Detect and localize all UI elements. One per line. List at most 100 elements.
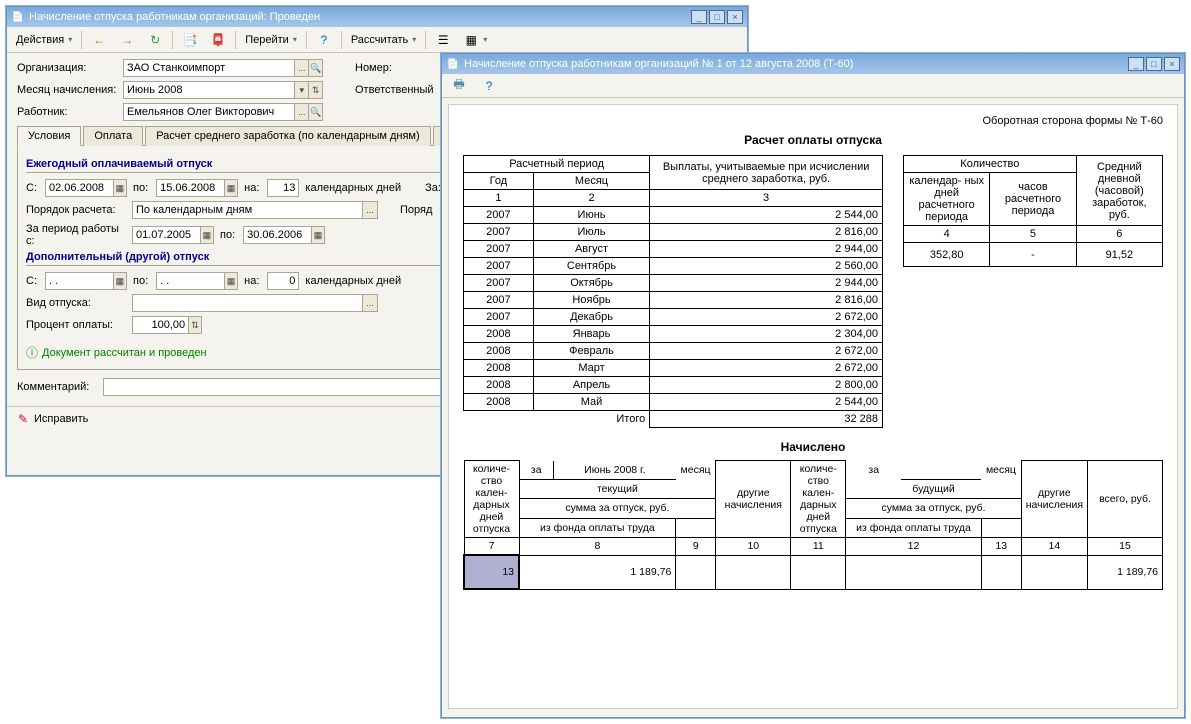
print-button[interactable]: 🖶 (446, 76, 472, 96)
billing-period-table: Расчетный период Выплаты, учитываемые пр… (463, 155, 883, 428)
lens-icon: 🔍 (310, 63, 321, 74)
refresh-icon: ↻ (147, 32, 163, 48)
add-days-field[interactable] (267, 272, 299, 290)
accrued-title: Начислено (463, 440, 1163, 454)
month-cell: Октябрь (533, 275, 649, 292)
nav-back-button[interactable]: ← (86, 30, 112, 50)
tab-payment[interactable]: Оплата (83, 126, 143, 146)
responsible-label: Ответственный (355, 84, 434, 96)
month-cell: Август (533, 241, 649, 258)
period-to-field[interactable]: ▦ (243, 226, 325, 244)
hours-header: часов расчетного периода (990, 173, 1076, 226)
accrued-table: количе- ство кален- дарных дней отпуска … (463, 460, 1163, 590)
qty-hours: - (990, 243, 1076, 267)
percent-field[interactable]: ⇅ (132, 316, 202, 334)
tab-conditions[interactable]: Условия (17, 126, 81, 146)
value-cell: 2 672,00 (650, 309, 883, 326)
post-button[interactable]: 📮 (205, 30, 231, 50)
order-field[interactable]: ... (132, 201, 378, 219)
value-cell: 2 816,00 (650, 292, 883, 309)
days-field[interactable] (267, 179, 299, 197)
year-cell: 2007 (464, 275, 534, 292)
add-from-field[interactable]: ▦ (45, 272, 127, 290)
days-label2: календарных дней (305, 275, 401, 287)
year-header: Год (464, 173, 534, 190)
org-open-button[interactable]: 🔍 (308, 60, 322, 76)
fix-button[interactable]: ✎Исправить (15, 411, 88, 427)
year-cell: 2008 (464, 360, 534, 377)
year-cell: 2007 (464, 207, 534, 224)
add-to-field[interactable]: ▦ (156, 272, 238, 290)
period-from-field[interactable]: ▦ (132, 226, 214, 244)
worker-select-button[interactable]: ... (294, 104, 308, 120)
help-button[interactable]: ? (311, 30, 337, 50)
month-cell: Ноябрь (533, 292, 649, 309)
period-label: За период работы с: (26, 223, 126, 247)
copy-button[interactable]: 📑 (177, 30, 203, 50)
window1-title: Начисление отпуска работникам организаци… (29, 11, 691, 23)
nav-forward-button[interactable]: → (114, 30, 140, 50)
calendar-icon[interactable]: ▦ (113, 273, 126, 289)
month-input[interactable] (124, 82, 294, 98)
period-header: Расчетный период (464, 156, 650, 173)
more-button[interactable]: ▦ (458, 30, 492, 50)
minimize-button[interactable]: _ (1128, 57, 1144, 71)
date-from-field[interactable]: ▦ (45, 179, 127, 197)
year-cell: 2007 (464, 241, 534, 258)
month-dropdown-button[interactable]: ▾ (294, 82, 308, 98)
calculate-menu[interactable]: Рассчитать (346, 30, 421, 50)
na-label: на: (244, 182, 259, 194)
order-select-button[interactable]: ... (362, 202, 377, 218)
value-cell: 2 800,00 (650, 377, 883, 394)
maximize-button[interactable]: □ (1146, 57, 1162, 71)
from-label2: С: (26, 275, 37, 287)
avg-header: Средний дневной (часовой) заработок, руб… (1076, 156, 1162, 226)
help-button2[interactable]: ? (476, 76, 502, 96)
order-p-label: Поряд (400, 204, 432, 216)
document-icon: 📄 (446, 57, 460, 71)
org-input[interactable] (124, 60, 294, 76)
to-label2: по: (220, 229, 235, 241)
org-field[interactable]: ... 🔍 (123, 59, 323, 77)
accrued-days-cell[interactable]: 13 (464, 555, 519, 589)
to-label3: по: (133, 275, 148, 287)
total-value: 32 288 (650, 411, 883, 428)
year-cell: 2007 (464, 258, 534, 275)
worker-field[interactable]: ... 🔍 (123, 103, 323, 121)
org-select-button[interactable]: ... (294, 60, 308, 76)
window1-toolbar: Действия ← → ↻ 📑 📮 Перейти ? Рассчитать … (7, 27, 747, 53)
minimize-button[interactable]: _ (691, 10, 707, 24)
month-cell: Сентябрь (533, 258, 649, 275)
refresh-button[interactable]: ↻ (142, 30, 168, 50)
print-icon: 🖶 (451, 78, 467, 94)
pencil-icon: ✎ (15, 411, 31, 427)
tab-average[interactable]: Расчет среднего заработка (по календарны… (145, 126, 430, 146)
maximize-button[interactable]: □ (709, 10, 725, 24)
calendar-icon[interactable]: ▦ (224, 180, 237, 196)
calendar-icon[interactable]: ▦ (113, 180, 126, 196)
copy-icon: 📑 (182, 32, 198, 48)
percent-spin-button[interactable]: ⇅ (188, 317, 201, 333)
year-cell: 2007 (464, 309, 534, 326)
kind-select-button[interactable]: ... (362, 295, 377, 311)
calendar-icon[interactable]: ▦ (224, 273, 237, 289)
days-label: календарных дней (305, 182, 401, 194)
kind-field[interactable]: ... (132, 294, 378, 312)
date-to-field[interactable]: ▦ (156, 179, 238, 197)
close-button[interactable]: × (1164, 57, 1180, 71)
list-button[interactable]: ☰ (430, 30, 456, 50)
qty-header: Количество (904, 156, 1077, 173)
close-button[interactable]: × (727, 10, 743, 24)
percent-label: Процент оплаты: (26, 319, 126, 331)
total-label: Итого (464, 411, 650, 428)
calendar-icon[interactable]: ▦ (311, 227, 324, 243)
month-cell: Июнь (533, 207, 649, 224)
calendar-icon[interactable]: ▦ (200, 227, 213, 243)
worker-input[interactable] (124, 104, 294, 120)
window2-title: Начисление отпуска работникам организаци… (464, 58, 1128, 70)
month-spin-button[interactable]: ⇅ (308, 82, 322, 98)
actions-menu[interactable]: Действия (11, 30, 77, 50)
month-field[interactable]: ▾ ⇅ (123, 81, 323, 99)
worker-open-button[interactable]: 🔍 (308, 104, 322, 120)
goto-menu[interactable]: Перейти (240, 30, 302, 50)
